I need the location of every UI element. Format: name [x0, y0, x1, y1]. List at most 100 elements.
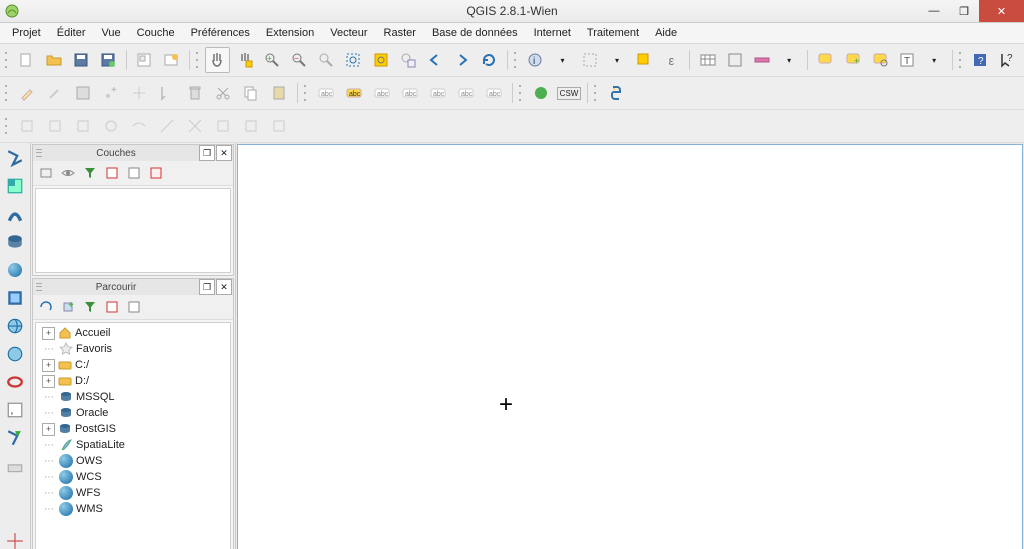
measure-button[interactable] [749, 47, 774, 73]
digitize-6-button[interactable] [154, 113, 180, 139]
node-tool-button[interactable] [154, 80, 180, 106]
digitize-8-button[interactable] [210, 113, 236, 139]
label-4-button[interactable]: abc [397, 80, 423, 106]
grip-icon[interactable] [303, 80, 309, 106]
cut-features-button[interactable] [210, 80, 236, 106]
add-layer-button[interactable]: + [59, 298, 77, 316]
digitize-5-button[interactable] [126, 113, 152, 139]
toggle-editing-button[interactable] [14, 80, 40, 106]
remove-layer-button[interactable] [147, 164, 165, 182]
tree-item[interactable]: ⋯MSSQL [38, 389, 228, 405]
layers-panel-header[interactable]: Couches ❐ ✕ [33, 145, 233, 161]
properties-button[interactable] [125, 298, 143, 316]
select-button[interactable] [577, 47, 602, 73]
add-feature-button[interactable]: + [98, 80, 124, 106]
menu-editer[interactable]: Éditer [49, 25, 94, 41]
show-bookmarks-button[interactable] [867, 47, 892, 73]
menu-aide[interactable]: Aide [647, 25, 685, 41]
close-panel-button[interactable]: ✕ [216, 279, 232, 295]
save-layer-edits-button[interactable] [70, 80, 96, 106]
menu-vecteur[interactable]: Vecteur [322, 25, 375, 41]
menu-projet[interactable]: Projet [4, 25, 49, 41]
refresh-browser-button[interactable] [37, 298, 55, 316]
grip-icon[interactable] [4, 113, 10, 139]
manage-visibility-button[interactable] [59, 164, 77, 182]
label-3-button[interactable]: abc [369, 80, 395, 106]
tree-item[interactable]: +Accueil [38, 325, 228, 341]
undock-button[interactable]: ❐ [199, 279, 215, 295]
tree-item[interactable]: +PostGIS [38, 421, 228, 437]
close-button[interactable]: ✕ [979, 0, 1024, 22]
digitize-4-button[interactable] [98, 113, 124, 139]
whats-this-button[interactable]: ? [995, 47, 1020, 73]
grip-icon[interactable] [958, 47, 964, 73]
csw-button[interactable]: CSW [556, 80, 582, 106]
new-project-button[interactable] [14, 47, 39, 73]
new-bookmark-button[interactable]: + [840, 47, 865, 73]
menu-raster[interactable]: Raster [376, 25, 424, 41]
map-canvas[interactable]: + [237, 144, 1023, 549]
zoom-next-button[interactable] [450, 47, 475, 73]
maximize-button[interactable]: ❐ [949, 0, 979, 22]
minimize-button[interactable]: — [919, 0, 949, 22]
delete-selected-button[interactable] [182, 80, 208, 106]
tree-item[interactable]: +C:/ [38, 357, 228, 373]
save-button[interactable] [68, 47, 93, 73]
zoom-full-button[interactable] [341, 47, 366, 73]
filter-button[interactable] [81, 298, 99, 316]
undock-button[interactable]: ❐ [199, 145, 215, 161]
add-group-button[interactable] [37, 164, 55, 182]
menu-preferences[interactable]: Préférences [183, 25, 258, 41]
collapse-all-button[interactable] [125, 164, 143, 182]
add-raster-layer-button[interactable] [4, 175, 26, 197]
grip-icon[interactable] [4, 47, 10, 73]
zoom-in-button[interactable]: + [259, 47, 284, 73]
label-7-button[interactable]: abc [481, 80, 507, 106]
menu-vue[interactable]: Vue [94, 25, 129, 41]
add-mssql-layer-button[interactable] [4, 343, 26, 365]
menu-traitement[interactable]: Traitement [579, 25, 647, 41]
digitize-2-button[interactable] [42, 113, 68, 139]
field-calculator-button[interactable] [722, 47, 747, 73]
label-6-button[interactable]: abc [453, 80, 479, 106]
tree-item[interactable]: ⋯Favoris [38, 341, 228, 357]
digitize-3-button[interactable] [70, 113, 96, 139]
expression-select-button[interactable]: ε [659, 47, 684, 73]
expand-all-button[interactable] [103, 164, 121, 182]
grip-icon[interactable] [195, 47, 201, 73]
close-panel-button[interactable]: ✕ [216, 145, 232, 161]
online-button[interactable] [528, 80, 554, 106]
digitize-1-button[interactable] [14, 113, 40, 139]
map-tips-button[interactable] [813, 47, 838, 73]
grip-icon[interactable] [518, 80, 524, 106]
digitize-10-button[interactable] [266, 113, 292, 139]
expand-icon[interactable]: + [42, 359, 55, 372]
open-attribute-table-button[interactable] [695, 47, 720, 73]
save-as-button[interactable] [95, 47, 120, 73]
add-vector-layer-button[interactable] [4, 147, 26, 169]
zoom-native-button[interactable] [314, 47, 339, 73]
new-memory-layer-button[interactable] [4, 455, 26, 477]
expand-icon[interactable]: + [42, 327, 55, 340]
add-oracle-layer-button[interactable] [4, 371, 26, 393]
paste-features-button[interactable] [266, 80, 292, 106]
gps-button[interactable] [4, 530, 26, 549]
add-wfs-layer-button[interactable] [4, 315, 26, 337]
menu-couche[interactable]: Couche [129, 25, 183, 41]
zoom-to-layer-button[interactable] [395, 47, 420, 73]
tree-item[interactable]: ⋯WFS [38, 485, 228, 501]
menu-base-donnees[interactable]: Base de données [424, 25, 526, 41]
help-button[interactable]: ? [968, 47, 993, 73]
tree-item[interactable]: ⋯OWS [38, 453, 228, 469]
menu-extension[interactable]: Extension [258, 25, 322, 41]
new-vector-layer-button[interactable]: ▾ [4, 427, 26, 449]
add-wms-layer-button[interactable] [4, 259, 26, 281]
deselect-button[interactable] [632, 47, 657, 73]
label-1-button[interactable]: abc [313, 80, 339, 106]
open-project-button[interactable] [41, 47, 66, 73]
menu-internet[interactable]: Internet [526, 25, 579, 41]
digitize-9-button[interactable] [238, 113, 264, 139]
browser-panel-header[interactable]: Parcourir ❐ ✕ [33, 279, 233, 295]
python-console-button[interactable] [603, 80, 629, 106]
collapse-browser-button[interactable] [103, 298, 121, 316]
